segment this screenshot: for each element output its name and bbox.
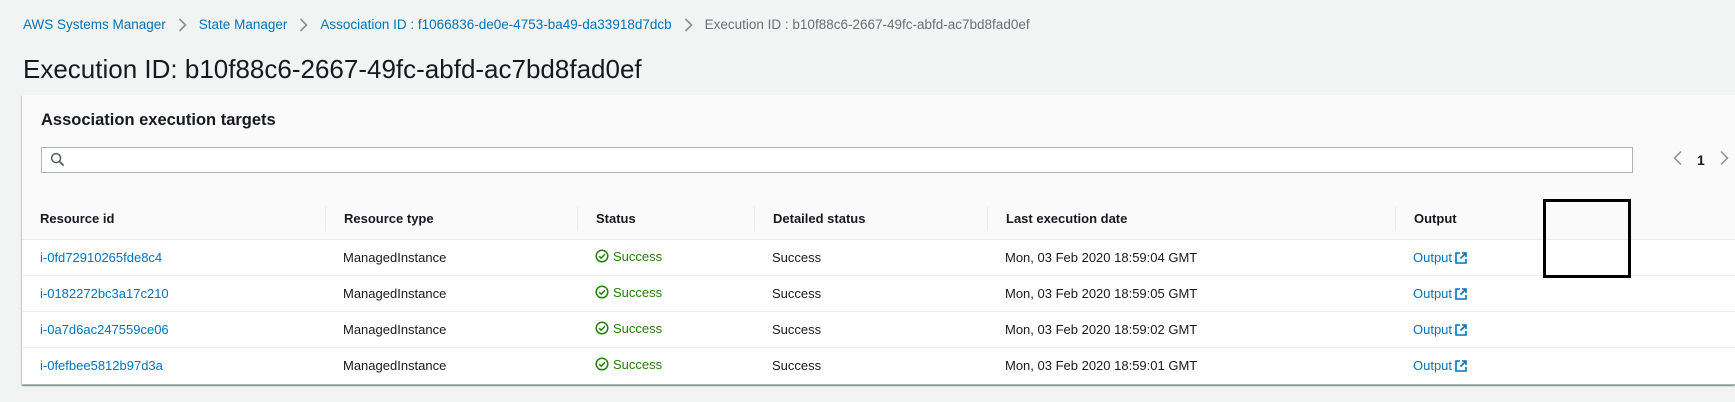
resource-id-link[interactable]: i-0182272bc3a17c210 [40, 286, 169, 301]
breadcrumb-association-id[interactable]: Association ID : f1066836-de0e-4753-ba49… [320, 17, 671, 32]
detailed-status: Success [754, 311, 987, 348]
resource-type: ManagedInstance [325, 275, 577, 312]
breadcrumb-execution-id: Execution ID : b10f88c6-2667-49fc-abfd-a… [704, 17, 1030, 32]
column-header-resource-type[interactable]: Resource type [325, 198, 577, 240]
status-text: Success [613, 284, 663, 300]
table-row: i-0a7d6ac247559ce06 ManagedInstance Succ… [22, 311, 1735, 348]
page-title: Execution ID: b10f88c6-2667-49fc-abfd-ac… [23, 54, 642, 84]
search-box [41, 147, 1633, 173]
execution-targets-panel: Association execution targets 1 Resource… [22, 95, 1735, 385]
detailed-status: Success [772, 358, 822, 373]
status-badge: Success [595, 249, 662, 264]
column-header-detailed-status[interactable]: Detailed status [754, 198, 987, 240]
chevron-left-icon[interactable] [1672, 150, 1683, 171]
output-link[interactable]: Output [1413, 358, 1468, 373]
status-text: Success [613, 320, 663, 336]
output-link-label: Output [1413, 250, 1453, 265]
column-header-status[interactable]: Status [577, 198, 754, 240]
output-link[interactable]: Output [1413, 286, 1468, 301]
output-link[interactable]: Output [1413, 250, 1468, 265]
status-badge: Success [595, 285, 662, 300]
breadcrumb-systems-manager[interactable]: AWS Systems Manager [23, 17, 166, 32]
breadcrumb-state-manager[interactable]: State Manager [199, 17, 288, 32]
check-circle-icon [595, 249, 609, 263]
pagination: 1 [1672, 147, 1730, 173]
table-header-row: Resource id Resource type Status Detaile… [22, 198, 1735, 240]
table-row: i-0fefbee5812b97d3a ManagedInstance Succ… [22, 348, 1735, 384]
detailed-status: Success [754, 239, 987, 276]
column-header-resource-id[interactable]: Resource id [22, 198, 325, 240]
status-text: Success [613, 356, 663, 372]
last-execution-date: Mon, 03 Feb 2020 18:59:05 GMT [987, 275, 1395, 312]
check-circle-icon [595, 285, 609, 299]
page-number[interactable]: 1 [1697, 152, 1705, 168]
output-link[interactable]: Output [1413, 322, 1468, 337]
external-link-icon [1455, 323, 1467, 336]
breadcrumb: AWS Systems Manager State Manager Associ… [23, 17, 1030, 32]
chevron-right-icon[interactable] [1719, 150, 1730, 171]
resource-id-link[interactable]: i-0a7d6ac247559ce06 [40, 322, 169, 337]
output-link-label: Output [1413, 322, 1453, 337]
status-text: Success [613, 248, 663, 264]
external-link-icon [1455, 287, 1467, 300]
external-link-icon [1455, 251, 1467, 264]
resource-type: ManagedInstance [343, 358, 447, 373]
search-input[interactable] [72, 148, 1626, 172]
column-header-last-execution-date[interactable]: Last execution date [987, 198, 1395, 240]
column-header-output[interactable]: Output [1395, 198, 1735, 240]
resource-id-link[interactable]: i-0fefbee5812b97d3a [40, 358, 163, 373]
chevron-right-icon [299, 17, 308, 32]
status-badge: Success [595, 357, 662, 372]
check-circle-icon [595, 321, 609, 335]
check-circle-icon [595, 357, 609, 371]
resource-id-link[interactable]: i-0fd72910265fde8c4 [40, 250, 162, 265]
chevron-right-icon [684, 17, 693, 32]
last-execution-date: Mon, 03 Feb 2020 18:59:04 GMT [987, 239, 1395, 276]
detailed-status: Success [754, 275, 987, 312]
external-link-icon [1455, 359, 1467, 372]
search-icon [50, 152, 65, 167]
status-badge: Success [595, 321, 662, 336]
table-row: i-0182272bc3a17c210 ManagedInstance Succ… [22, 275, 1735, 312]
chevron-right-icon [178, 17, 187, 32]
output-link-label: Output [1413, 358, 1453, 373]
output-link-label: Output [1413, 286, 1453, 301]
last-execution-date: Mon, 03 Feb 2020 18:59:01 GMT [1005, 358, 1198, 373]
panel-title: Association execution targets [41, 111, 276, 129]
table-row: i-0fd72910265fde8c4 ManagedInstance Succ… [22, 239, 1735, 276]
last-execution-date: Mon, 03 Feb 2020 18:59:02 GMT [987, 311, 1395, 348]
resource-type: ManagedInstance [325, 239, 577, 276]
resource-type: ManagedInstance [325, 311, 577, 348]
panel-header: Association execution targets 1 [22, 95, 1735, 199]
targets-table: Resource id Resource type Status Detaile… [22, 198, 1735, 383]
